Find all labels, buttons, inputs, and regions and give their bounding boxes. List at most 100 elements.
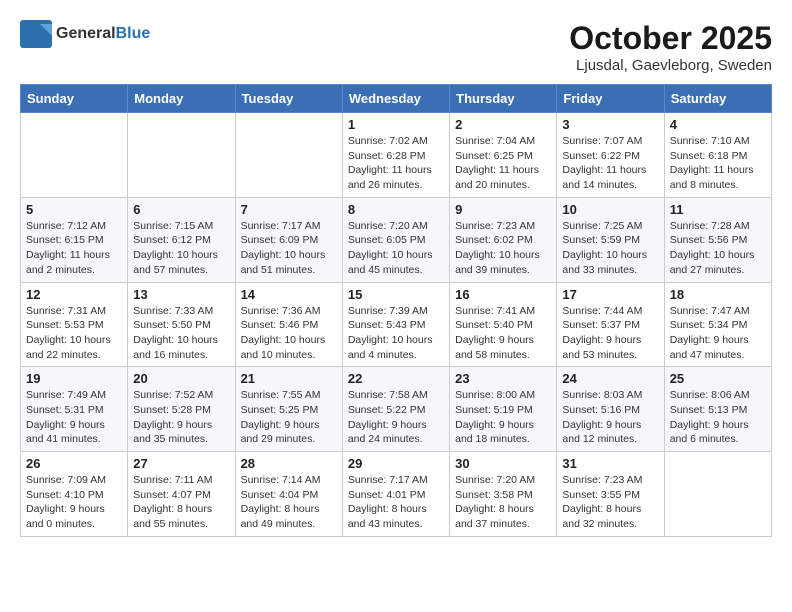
day-content: Sunrise: 7:52 AM Sunset: 5:28 PM Dayligh… <box>133 388 229 447</box>
day-content: Sunrise: 7:14 AM Sunset: 4:04 PM Dayligh… <box>241 473 337 532</box>
day-header-tuesday: Tuesday <box>235 85 342 113</box>
day-content: Sunrise: 7:25 AM Sunset: 5:59 PM Dayligh… <box>562 219 658 278</box>
calendar-day-27: 27 Sunrise: 7:11 AM Sunset: 4:07 PM Dayli… <box>128 452 235 537</box>
day-number: 29 <box>348 456 444 471</box>
calendar-day-2: 2 Sunrise: 7:04 AM Sunset: 6:25 PM Daylig… <box>450 113 557 198</box>
day-content: Sunrise: 7:28 AM Sunset: 5:56 PM Dayligh… <box>670 219 766 278</box>
day-content: Sunrise: 7:55 AM Sunset: 5:25 PM Dayligh… <box>241 388 337 447</box>
day-content: Sunrise: 7:58 AM Sunset: 5:22 PM Dayligh… <box>348 388 444 447</box>
calendar-day-9: 9Sunrise: 7:23 AM Sunset: 6:02 PM Daylig… <box>450 197 557 282</box>
day-content: Sunrise: 8:03 AM Sunset: 5:16 PM Dayligh… <box>562 388 658 447</box>
calendar-empty-cell <box>21 113 128 198</box>
day-number: 13 <box>133 287 229 302</box>
calendar-day-20: 20 Sunrise: 7:52 AM Sunset: 5:28 PM Dayli… <box>128 367 235 452</box>
day-header-sunday: Sunday <box>21 85 128 113</box>
day-number: 15 <box>348 287 444 302</box>
day-number: 17 <box>562 287 658 302</box>
calendar-day-14: 14 Sunrise: 7:36 AM Sunset: 5:46 PM Dayli… <box>235 282 342 367</box>
calendar-week-row: 1 Sunrise: 7:02 AM Sunset: 6:28 PM Daylig… <box>21 113 772 198</box>
day-content: Sunrise: 7:41 AM Sunset: 5:40 PM Dayligh… <box>455 304 551 363</box>
day-number: 6 <box>133 202 229 217</box>
day-number: 27 <box>133 456 229 471</box>
day-number: 16 <box>455 287 551 302</box>
calendar-day-8: 8Sunrise: 7:20 AM Sunset: 6:05 PM Daylig… <box>342 197 449 282</box>
day-content: Sunrise: 7:47 AM Sunset: 5:34 PM Dayligh… <box>670 304 766 363</box>
day-number: 21 <box>241 371 337 386</box>
day-number: 20 <box>133 371 229 386</box>
title-section: October 2025 Ljusdal, Gaevleborg, Sweden <box>569 20 772 74</box>
day-number: 31 <box>562 456 658 471</box>
day-header-thursday: Thursday <box>450 85 557 113</box>
day-content: Sunrise: 7:09 AM Sunset: 4:10 PM Dayligh… <box>26 473 122 532</box>
day-content: Sunrise: 7:33 AM Sunset: 5:50 PM Dayligh… <box>133 304 229 363</box>
calendar-day-19: 19Sunrise: 7:49 AM Sunset: 5:31 PM Dayli… <box>21 367 128 452</box>
calendar-day-3: 3 Sunrise: 7:07 AM Sunset: 6:22 PM Daylig… <box>557 113 664 198</box>
day-number: 24 <box>562 371 658 386</box>
day-number: 5 <box>26 202 122 217</box>
day-content: Sunrise: 7:17 AM Sunset: 4:01 PM Dayligh… <box>348 473 444 532</box>
calendar-day-13: 13 Sunrise: 7:33 AM Sunset: 5:50 PM Dayli… <box>128 282 235 367</box>
day-number: 8 <box>348 202 444 217</box>
day-number: 9 <box>455 202 551 217</box>
calendar-table: SundayMondayTuesdayWednesdayThursdayFrid… <box>20 84 772 537</box>
calendar-day-28: 28Sunrise: 7:14 AM Sunset: 4:04 PM Dayli… <box>235 452 342 537</box>
month-year-title: October 2025 <box>569 20 772 57</box>
calendar-day-30: 30Sunrise: 7:20 AM Sunset: 3:58 PM Dayli… <box>450 452 557 537</box>
calendar-day-11: 11Sunrise: 7:28 AM Sunset: 5:56 PM Dayli… <box>664 197 771 282</box>
day-content: Sunrise: 7:17 AM Sunset: 6:09 PM Dayligh… <box>241 219 337 278</box>
day-number: 7 <box>241 202 337 217</box>
day-number: 3 <box>562 117 658 132</box>
calendar-day-12: 12Sunrise: 7:31 AM Sunset: 5:53 PM Dayli… <box>21 282 128 367</box>
day-number: 1 <box>348 117 444 132</box>
logo: GeneralBlue <box>20 20 150 48</box>
header: GeneralBlue October 2025 Ljusdal, Gaevle… <box>20 20 772 74</box>
logo-icon <box>20 20 52 48</box>
calendar-empty-cell <box>128 113 235 198</box>
day-content: Sunrise: 7:07 AM Sunset: 6:22 PM Dayligh… <box>562 134 658 193</box>
day-content: Sunrise: 7:23 AM Sunset: 3:55 PM Dayligh… <box>562 473 658 532</box>
calendar-day-4: 4Sunrise: 7:10 AM Sunset: 6:18 PM Daylig… <box>664 113 771 198</box>
day-content: Sunrise: 7:49 AM Sunset: 5:31 PM Dayligh… <box>26 388 122 447</box>
calendar-day-7: 7 Sunrise: 7:17 AM Sunset: 6:09 PM Daylig… <box>235 197 342 282</box>
calendar-day-21: 21 Sunrise: 7:55 AM Sunset: 5:25 PM Dayli… <box>235 367 342 452</box>
day-number: 25 <box>670 371 766 386</box>
calendar-week-row: 12Sunrise: 7:31 AM Sunset: 5:53 PM Dayli… <box>21 282 772 367</box>
calendar-day-23: 23 Sunrise: 8:00 AM Sunset: 5:19 PM Dayli… <box>450 367 557 452</box>
day-content: Sunrise: 8:00 AM Sunset: 5:19 PM Dayligh… <box>455 388 551 447</box>
day-content: Sunrise: 7:04 AM Sunset: 6:25 PM Dayligh… <box>455 134 551 193</box>
day-number: 23 <box>455 371 551 386</box>
calendar-day-18: 18 Sunrise: 7:47 AM Sunset: 5:34 PM Dayli… <box>664 282 771 367</box>
calendar-week-row: 5 Sunrise: 7:12 AM Sunset: 6:15 PM Daylig… <box>21 197 772 282</box>
calendar-empty-cell <box>235 113 342 198</box>
day-number: 10 <box>562 202 658 217</box>
day-content: Sunrise: 8:06 AM Sunset: 5:13 PM Dayligh… <box>670 388 766 447</box>
day-number: 18 <box>670 287 766 302</box>
calendar-day-1: 1 Sunrise: 7:02 AM Sunset: 6:28 PM Daylig… <box>342 113 449 198</box>
day-header-wednesday: Wednesday <box>342 85 449 113</box>
calendar-day-5: 5 Sunrise: 7:12 AM Sunset: 6:15 PM Daylig… <box>21 197 128 282</box>
logo-blue: Blue <box>116 25 151 42</box>
logo-general: General <box>56 25 116 42</box>
day-number: 14 <box>241 287 337 302</box>
calendar-day-15: 15 Sunrise: 7:39 AM Sunset: 5:43 PM Dayli… <box>342 282 449 367</box>
day-content: Sunrise: 7:36 AM Sunset: 5:46 PM Dayligh… <box>241 304 337 363</box>
calendar-empty-cell <box>664 452 771 537</box>
calendar-day-10: 10 Sunrise: 7:25 AM Sunset: 5:59 PM Dayli… <box>557 197 664 282</box>
calendar-day-24: 24 Sunrise: 8:03 AM Sunset: 5:16 PM Dayli… <box>557 367 664 452</box>
calendar-header-row: SundayMondayTuesdayWednesdayThursdayFrid… <box>21 85 772 113</box>
day-number: 22 <box>348 371 444 386</box>
location-title: Ljusdal, Gaevleborg, Sweden <box>569 57 772 74</box>
day-content: Sunrise: 7:12 AM Sunset: 6:15 PM Dayligh… <box>26 219 122 278</box>
day-header-monday: Monday <box>128 85 235 113</box>
day-content: Sunrise: 7:02 AM Sunset: 6:28 PM Dayligh… <box>348 134 444 193</box>
day-content: Sunrise: 7:10 AM Sunset: 6:18 PM Dayligh… <box>670 134 766 193</box>
calendar-week-row: 26Sunrise: 7:09 AM Sunset: 4:10 PM Dayli… <box>21 452 772 537</box>
calendar-day-22: 22 Sunrise: 7:58 AM Sunset: 5:22 PM Dayli… <box>342 367 449 452</box>
calendar-day-29: 29 Sunrise: 7:17 AM Sunset: 4:01 PM Dayli… <box>342 452 449 537</box>
calendar-day-6: 6Sunrise: 7:15 AM Sunset: 6:12 PM Daylig… <box>128 197 235 282</box>
day-content: Sunrise: 7:11 AM Sunset: 4:07 PM Dayligh… <box>133 473 229 532</box>
day-content: Sunrise: 7:39 AM Sunset: 5:43 PM Dayligh… <box>348 304 444 363</box>
day-number: 2 <box>455 117 551 132</box>
day-content: Sunrise: 7:20 AM Sunset: 3:58 PM Dayligh… <box>455 473 551 532</box>
day-number: 12 <box>26 287 122 302</box>
